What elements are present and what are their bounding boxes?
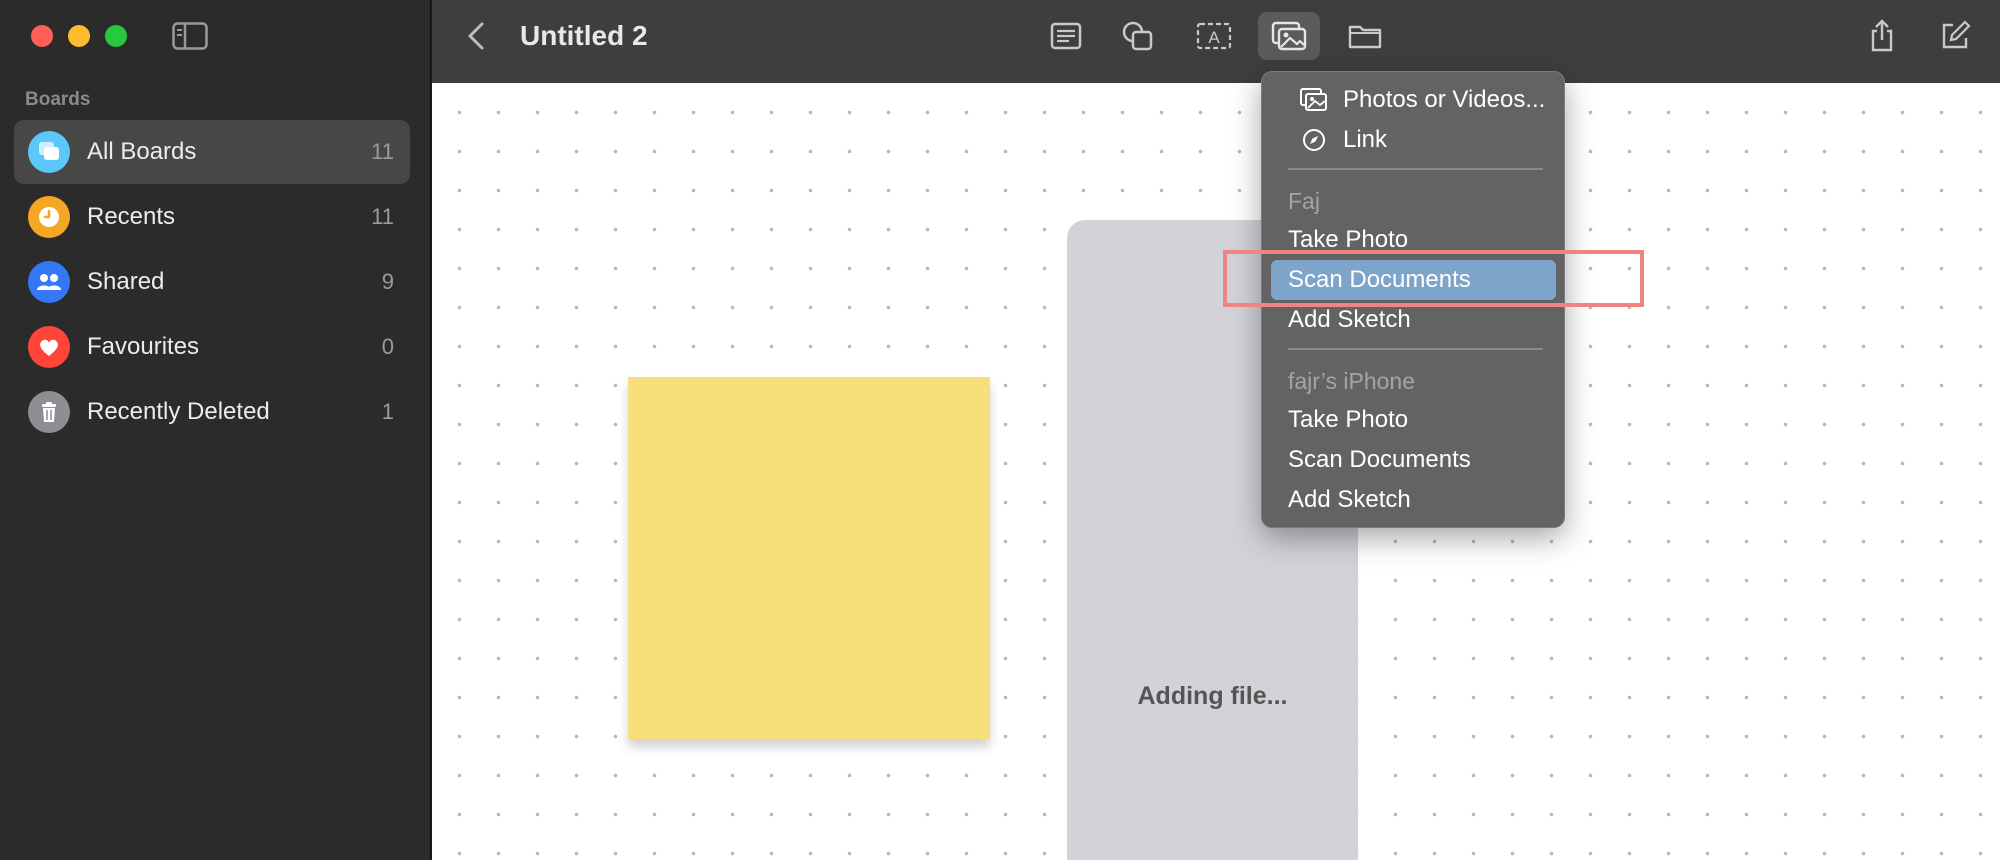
sidebar: Boards All Boards 11 Recents 11 Shared 9… xyxy=(0,0,431,860)
compose-icon[interactable] xyxy=(1924,12,1986,60)
menu-item-photos-or-videos[interactable]: Photos or Videos... xyxy=(1271,80,1556,120)
sidebar-item-shared[interactable]: Shared 9 xyxy=(14,250,410,314)
maximize-window-button[interactable] xyxy=(105,25,127,47)
highlight-annotation-box xyxy=(1223,250,1644,307)
text-box-icon[interactable]: A xyxy=(1183,12,1245,60)
menu-item-add-sketch-iphone[interactable]: Add Sketch xyxy=(1271,480,1556,520)
sidebar-item-recents[interactable]: Recents 11 xyxy=(14,185,410,249)
photo-library-icon xyxy=(1299,85,1329,115)
sidebar-toggle-icon[interactable] xyxy=(172,22,208,50)
menu-item-label: Add Sketch xyxy=(1288,486,1411,513)
note-icon[interactable] xyxy=(1035,12,1097,60)
sidebar-item-count: 11 xyxy=(371,204,394,229)
menu-item-label: Scan Documents xyxy=(1288,446,1471,473)
boards-list: All Boards 11 Recents 11 Shared 9 Favour… xyxy=(14,120,410,445)
window-controls xyxy=(31,25,127,47)
menu-item-label: Link xyxy=(1343,126,1388,153)
toolbar: Untitled 2 A xyxy=(432,0,2000,83)
sidebar-item-label: Recents xyxy=(87,203,176,230)
sidebar-item-count: 1 xyxy=(381,399,394,424)
people-icon xyxy=(28,261,70,303)
heart-icon xyxy=(28,326,70,368)
boards-section-title: Boards xyxy=(25,89,91,110)
device-header-iphone: fajr’s iPhone xyxy=(1288,368,1416,394)
close-window-button[interactable] xyxy=(31,25,53,47)
sidebar-item-favourites[interactable]: Favourites 0 xyxy=(14,315,410,379)
shapes-icon[interactable] xyxy=(1107,12,1169,60)
sidebar-item-count: 11 xyxy=(371,139,394,164)
menu-separator xyxy=(1288,168,1543,170)
board-title: Untitled 2 xyxy=(520,20,648,51)
boards-icon xyxy=(28,131,70,173)
adding-file-status: Adding file... xyxy=(1137,682,1288,710)
clock-icon xyxy=(28,196,70,238)
sidebar-item-count: 0 xyxy=(381,334,394,359)
sticky-note[interactable] xyxy=(628,377,990,739)
compass-icon xyxy=(1299,125,1329,155)
insert-media-icon[interactable] xyxy=(1258,12,1320,60)
trash-icon xyxy=(28,391,70,433)
menu-item-link[interactable]: Link xyxy=(1271,120,1556,160)
back-chevron-icon[interactable] xyxy=(462,20,492,52)
sidebar-item-count: 9 xyxy=(381,269,394,294)
minimize-window-button[interactable] xyxy=(68,25,90,47)
menu-item-scan-documents-iphone[interactable]: Scan Documents xyxy=(1271,440,1556,480)
menu-item-take-photo-iphone[interactable]: Take Photo xyxy=(1271,400,1556,440)
menu-item-label: Take Photo xyxy=(1288,406,1409,433)
svg-text:A: A xyxy=(1208,28,1220,47)
freeform-window: Boards All Boards 11 Recents 11 Shared 9… xyxy=(0,0,2000,860)
sidebar-item-recently-deleted[interactable]: Recently Deleted 1 xyxy=(14,380,410,444)
sidebar-item-label: Recently Deleted xyxy=(87,398,270,425)
sidebar-item-label: Shared xyxy=(87,268,165,295)
menu-separator xyxy=(1288,348,1543,350)
menu-item-label: Add Sketch xyxy=(1288,306,1411,333)
board-canvas[interactable]: Adding file... xyxy=(432,83,2000,860)
folder-icon[interactable] xyxy=(1334,12,1396,60)
sidebar-item-label: Favourites xyxy=(87,333,200,360)
sidebar-item-label: All Boards xyxy=(87,138,197,165)
share-icon[interactable] xyxy=(1851,12,1913,60)
device-header-faj: Faj xyxy=(1288,188,1320,214)
sidebar-item-all-boards[interactable]: All Boards 11 xyxy=(14,120,410,184)
menu-item-label: Photos or Videos... xyxy=(1343,86,1546,113)
